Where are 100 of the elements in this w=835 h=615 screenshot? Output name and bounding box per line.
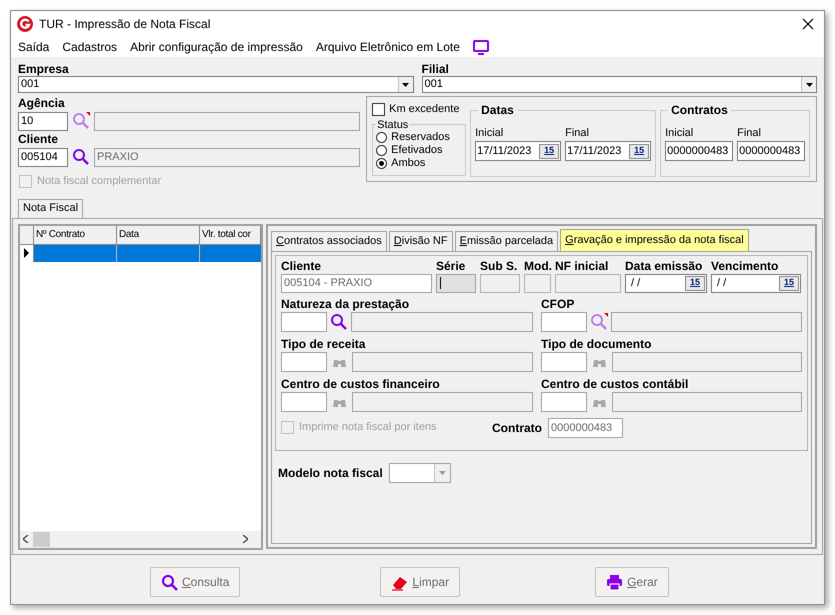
combo-value: 001	[20, 77, 40, 92]
code-field[interactable]	[281, 392, 327, 412]
checkbox[interactable]	[372, 102, 386, 116]
calendar-button[interactable]: 15	[685, 276, 705, 290]
field-label: Data emissão	[625, 258, 702, 274]
app-logo-icon	[17, 16, 33, 32]
checkbox-label: Km excedente	[389, 102, 460, 117]
radio-label: Ambos	[391, 156, 426, 171]
field-label: Tipo de receita	[281, 336, 366, 352]
monitor-icon[interactable]	[472, 40, 489, 54]
date-field[interactable]: 17/11/2023 15	[565, 141, 652, 161]
menu-item[interactable]: Saída	[18, 38, 50, 56]
scroll-right-icon[interactable]	[242, 535, 248, 543]
group-title: Contratos	[670, 102, 729, 119]
field-label: Modelo nota fiscal	[278, 464, 383, 482]
field-value: / /	[716, 276, 728, 291]
radio-button[interactable]	[376, 144, 388, 156]
scroll-left-icon[interactable]	[23, 535, 29, 543]
tab[interactable]: Divisão NF	[388, 230, 453, 250]
field-label: Agência	[18, 96, 65, 111]
menu-item[interactable]: Abrir configuração de impressão	[130, 38, 303, 56]
date-field[interactable]: / / 15	[625, 274, 707, 292]
group-title: Status	[376, 118, 410, 130]
caret-down-icon	[402, 82, 409, 86]
field-label: CFOP	[541, 296, 574, 312]
calendar-button[interactable]: 15	[779, 276, 799, 290]
field-label: Inicial	[665, 126, 694, 141]
tab[interactable]: Emissão parcelada	[454, 230, 558, 250]
close-icon[interactable]	[802, 18, 814, 30]
code-field[interactable]	[541, 312, 587, 332]
field-label: Sub S.	[480, 258, 518, 274]
menu-item[interactable]: Arquivo Eletrônico em Lote	[316, 38, 460, 56]
dropdown-button[interactable]	[801, 77, 816, 92]
row-pointer-icon	[24, 248, 29, 258]
text-field[interactable]: 0000000483	[665, 141, 734, 161]
code-field[interactable]: 10	[18, 112, 68, 130]
action-button[interactable]: Gerar	[595, 567, 669, 597]
field-label: Centro de custos contábil	[541, 376, 688, 392]
name-field: PRAXIO	[94, 148, 360, 166]
text-field[interactable]: 0000000483	[737, 141, 806, 161]
field-value: 0000000483	[666, 144, 730, 159]
horizontal-scrollbar[interactable]	[20, 530, 261, 548]
search-icon[interactable]	[72, 112, 90, 130]
search-icon[interactable]	[330, 312, 348, 330]
calendar-button[interactable]: 15	[539, 144, 560, 158]
code-field[interactable]	[281, 312, 327, 332]
combo-box[interactable]: 001	[18, 76, 414, 93]
field-label: Cliente	[281, 258, 322, 274]
tab[interactable]: Gravação e impressão da nota fiscal	[560, 228, 749, 250]
text-cursor	[440, 277, 441, 289]
dropdown-button[interactable]	[398, 77, 412, 92]
caret-down-icon	[438, 470, 446, 474]
search-icon[interactable]	[590, 312, 608, 330]
column-header[interactable]: Vlr. total cor	[200, 226, 261, 244]
code-field[interactable]: 005104	[18, 148, 68, 166]
combo-value: 001	[424, 77, 444, 92]
radio-button[interactable]	[376, 158, 388, 168]
text-field[interactable]: 005104 - PRAXIO	[281, 274, 432, 292]
field-label: Cliente	[18, 132, 58, 147]
column-header[interactable]: Data	[117, 226, 200, 244]
text-field[interactable]	[436, 274, 476, 292]
window-title: TUR - Impressão de Nota Fiscal	[39, 16, 210, 33]
radio-button[interactable]	[376, 132, 388, 142]
checkbox-label: Nota fiscal complementar	[37, 174, 162, 189]
action-button[interactable]: Consulta	[150, 567, 240, 597]
field-value: 17/11/2023	[476, 144, 532, 159]
field-value: 17/11/2023	[566, 144, 622, 159]
code-field[interactable]	[541, 352, 587, 372]
field-label: Tipo de documento	[541, 336, 652, 352]
code-field[interactable]	[281, 352, 327, 372]
field-label: Vencimento	[711, 258, 778, 274]
date-field[interactable]: / / 15	[711, 274, 801, 292]
scrollbar-thumb[interactable]	[33, 532, 50, 546]
grid-row[interactable]	[20, 244, 261, 262]
search-icon[interactable]	[72, 148, 90, 166]
date-field[interactable]: 17/11/2023 15	[475, 141, 562, 161]
radio-label: Reservados	[391, 130, 450, 145]
checkbox-label: Imprime nota fiscal por itens	[299, 420, 438, 436]
column-header[interactable]: Nº Contrato	[34, 226, 117, 244]
radio-label: Efetivados	[391, 142, 442, 158]
field-label: Natureza da prestação	[281, 296, 410, 312]
tab[interactable]: Contratos associados	[271, 230, 387, 250]
group-title: Datas	[480, 102, 515, 119]
field-label: Inicial	[475, 126, 504, 141]
field-label: NF inicial	[555, 258, 608, 274]
field-label: Empresa	[18, 62, 69, 76]
field-label: Mod.	[524, 258, 552, 274]
action-button[interactable]: Limpar	[380, 567, 460, 597]
combo-box[interactable]	[388, 462, 451, 482]
code-field[interactable]	[541, 392, 587, 412]
menu-item[interactable]: Cadastros	[62, 38, 118, 56]
field-label: Final	[737, 126, 761, 141]
calendar-button[interactable]: 15	[629, 144, 650, 158]
printer-icon	[606, 574, 624, 590]
field-label: Filial	[422, 62, 449, 76]
combo-box[interactable]: 001	[422, 76, 817, 93]
field-value: 0000000483	[738, 144, 802, 159]
field-value: / /	[630, 276, 642, 291]
tab[interactable]: Nota Fiscal	[18, 198, 84, 218]
field-label: Série	[436, 258, 466, 274]
